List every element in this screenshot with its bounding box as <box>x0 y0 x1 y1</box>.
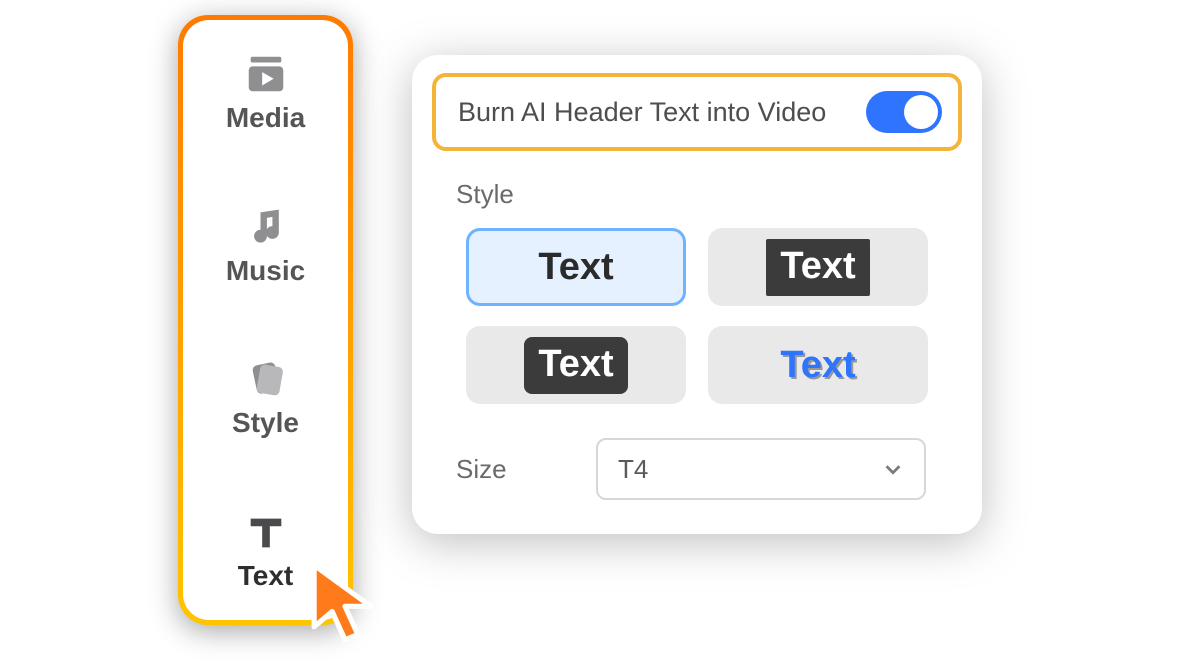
sidebar-item-media[interactable]: Media <box>183 50 348 134</box>
style-option-label: Text <box>780 344 855 387</box>
burn-header-toggle-row: Burn AI Header Text into Video <box>432 73 962 151</box>
style-option-blue[interactable]: Text <box>708 326 928 404</box>
burn-header-toggle-label: Burn AI Header Text into Video <box>458 97 826 128</box>
size-select[interactable]: T4 <box>596 438 926 500</box>
sidebar-item-label: Text <box>238 560 294 592</box>
media-icon <box>239 50 293 98</box>
size-row: Size T4 <box>456 438 962 500</box>
burn-header-toggle[interactable] <box>866 91 942 133</box>
style-icon <box>239 355 293 403</box>
style-option-label: Text <box>538 246 613 289</box>
style-option-plain[interactable]: Text <box>466 228 686 306</box>
sidebar-item-label: Style <box>232 407 299 439</box>
style-section-label: Style <box>456 179 962 210</box>
chevron-down-icon <box>882 458 904 480</box>
size-label: Size <box>456 454 556 485</box>
style-option-dark-rounded[interactable]: Text <box>466 326 686 404</box>
style-options: Text Text Text Text <box>432 228 962 404</box>
style-option-dark-on-light[interactable]: Text <box>708 228 928 306</box>
sidebar-item-text[interactable]: Text <box>183 508 348 592</box>
sidebar-item-label: Music <box>226 255 305 287</box>
size-select-value: T4 <box>618 454 648 485</box>
toggle-knob <box>904 95 938 129</box>
style-option-label: Text <box>524 337 627 394</box>
sidebar-highlight: Media Music Style <box>178 15 353 625</box>
sidebar-item-music[interactable]: Music <box>183 203 348 287</box>
text-icon <box>239 508 293 556</box>
sidebar-item-style[interactable]: Style <box>183 355 348 439</box>
text-settings-panel: Burn AI Header Text into Video Style Tex… <box>412 55 982 534</box>
style-option-label: Text <box>766 239 869 296</box>
sidebar-item-label: Media <box>226 102 305 134</box>
music-icon <box>239 203 293 251</box>
sidebar: Media Music Style <box>183 20 348 620</box>
